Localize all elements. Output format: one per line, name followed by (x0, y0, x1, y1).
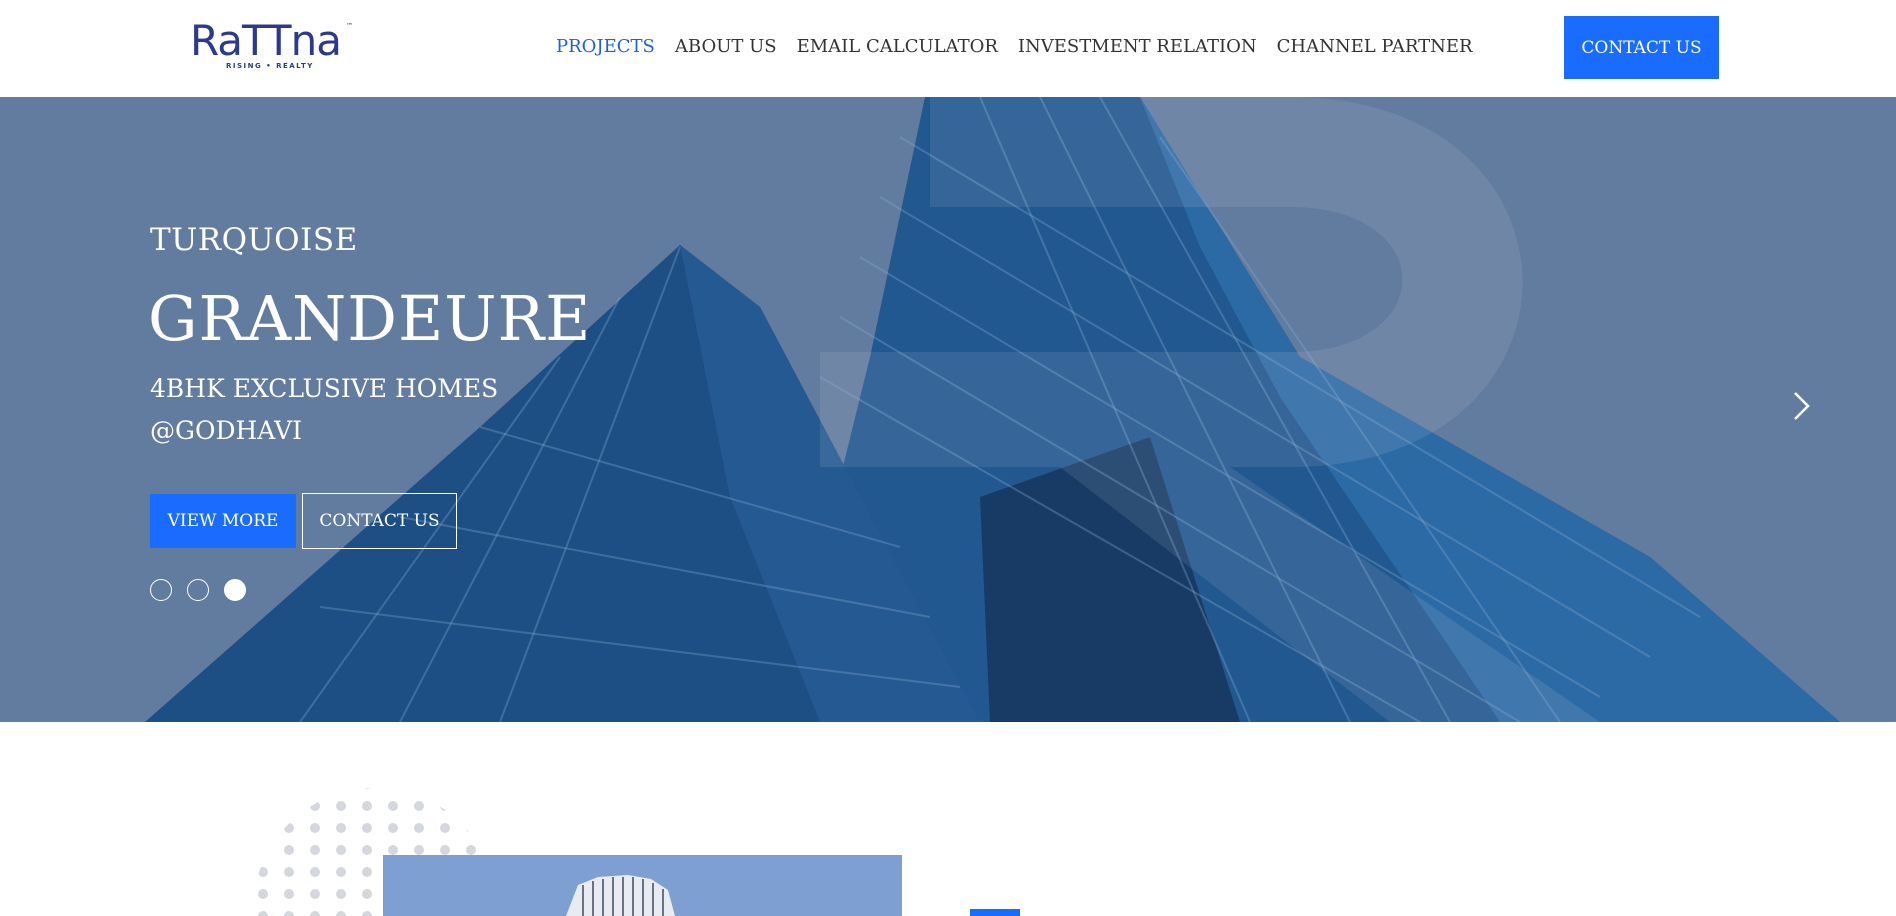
header-contact-button[interactable]: CONTACT US (1564, 16, 1719, 79)
nav-item-projects[interactable]: PROJECTS (556, 36, 655, 57)
brand-logo[interactable]: RaTTna ™ RISING • REALTY (190, 20, 360, 72)
hero-background-image (0, 97, 1896, 722)
main-nav: PROJECTS ABOUT US EMAIL CALCULATOR INVES… (556, 36, 1493, 57)
hero-subtitle-line-2: @GODHAVI (150, 416, 303, 445)
nav-item-email-calculator[interactable]: EMAIL CALCULATOR (797, 36, 998, 57)
nav-item-channel-partner[interactable]: CHANNEL PARTNER (1277, 36, 1473, 57)
logo-tagline: RISING • REALTY (226, 62, 314, 70)
nav-item-investment-relation[interactable]: INVESTMENT RELATION (1018, 36, 1257, 57)
logo-wordmark: RaTTna (190, 16, 342, 65)
nav-item-about-us[interactable]: ABOUT US (675, 36, 777, 57)
site-header: RaTTna ™ RISING • REALTY PROJECTS ABOUT … (0, 0, 1896, 97)
slide-indicator-1[interactable] (150, 579, 172, 601)
project-preview-image (383, 855, 902, 916)
hero-kicker: TURQUOISE (150, 222, 358, 258)
slide-indicator-3[interactable] (224, 579, 246, 601)
chevron-right-icon[interactable] (1790, 389, 1814, 423)
hero-contact-button[interactable]: CONTACT US (302, 493, 457, 549)
section-accent-bar (970, 909, 1020, 916)
hero-title: GRANDEURE (148, 282, 592, 355)
hero-subtitle-line-1: 4BHK EXCLUSIVE HOMES (150, 374, 499, 403)
view-more-button[interactable]: VIEW MORE (150, 494, 296, 548)
hero-slider: TURQUOISE GRANDEURE 4BHK EXCLUSIVE HOMES… (0, 97, 1896, 722)
trademark-symbol: ™ (346, 22, 353, 30)
slide-indicator-2[interactable] (187, 579, 209, 601)
